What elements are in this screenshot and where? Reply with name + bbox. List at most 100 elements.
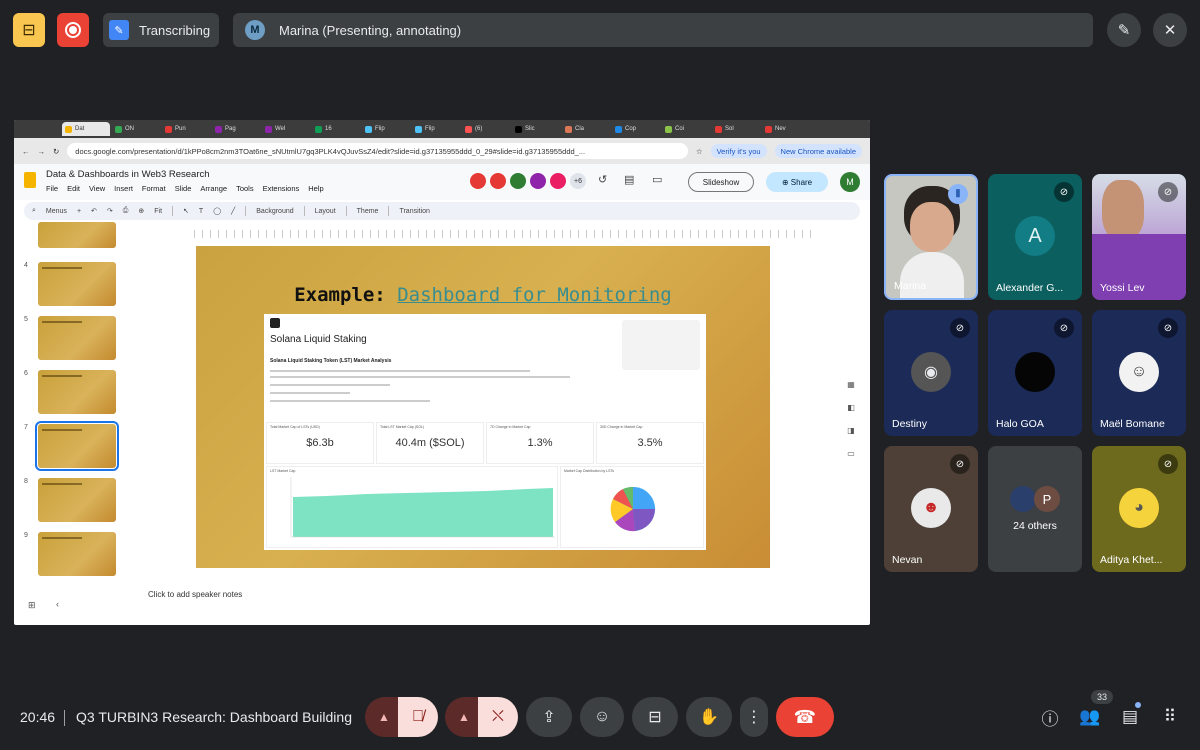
address-bar[interactable]: docs.google.com/presentation/d/1kPPo8cm2… [67,143,688,159]
pin-off-button[interactable]: ✕ [1153,13,1187,47]
collaborator-avatar[interactable] [510,173,526,189]
menu-help[interactable]: Help [308,184,323,193]
add-slide-icon[interactable]: + [77,208,81,215]
undo-icon[interactable]: ↶ [91,207,97,215]
slide-thumbnail[interactable] [38,222,116,248]
browser-tab[interactable]: ON [112,122,160,136]
participant-tile-alexander[interactable]: A ⊘ Alexander G... [988,174,1082,300]
slide-thumbnail[interactable] [38,532,116,576]
slide-thumbnail[interactable] [38,478,116,522]
menus-search[interactable]: Menus [46,208,67,215]
browser-tab[interactable]: Pun [162,122,210,136]
new-chrome-chip[interactable]: New Chrome available [774,144,862,158]
theme-button[interactable]: Theme [357,208,379,215]
line-icon[interactable]: ╱ [231,207,235,215]
menu-edit[interactable]: Edit [67,184,80,193]
dashboard-link[interactable]: Dashboard for Monitoring [397,284,672,306]
keep-icon[interactable]: ◧ [847,403,855,412]
menu-file[interactable]: File [46,184,58,193]
chat-button[interactable]: ▤ [1117,704,1143,730]
browser-tab[interactable]: Pag [212,122,260,136]
background-button[interactable]: Background [256,208,293,215]
account-avatar[interactable]: M [840,172,860,192]
presenting-banner[interactable]: M Marina (Presenting, annotating) [233,13,1093,47]
participant-tile-nevan[interactable]: ☻ ⊘ Nevan [884,446,978,572]
forward-icon[interactable]: → [38,147,46,156]
reload-icon[interactable]: ↻ [53,147,59,156]
collaborator-avatar[interactable] [550,173,566,189]
slide-thumbnail[interactable] [38,262,116,306]
calendar-icon[interactable]: ▦ [847,380,855,389]
menu-view[interactable]: View [89,184,105,193]
browser-tab[interactable]: Nev [762,122,810,136]
bookmark-icon[interactable]: ☆ [696,147,703,156]
browser-tab[interactable]: Slic [512,122,560,136]
browser-tab[interactable]: Wel [262,122,310,136]
activities-button[interactable]: ⠿ [1157,704,1183,730]
share-button[interactable]: ⊕ Share [766,172,828,192]
tasks-icon[interactable]: ◨ [847,426,855,435]
transition-button[interactable]: Transition [399,208,429,215]
more-options-button[interactable]: ⋮ [740,697,768,737]
menu-format[interactable]: Format [142,184,166,193]
speaker-notes[interactable]: Click to add speaker notes [148,590,242,599]
camera-off-button[interactable]: ⛌ [478,697,518,737]
leave-call-button[interactable]: ☎ [776,697,834,737]
collaborator-avatar[interactable] [530,173,546,189]
document-title[interactable]: Data & Dashboards in Web3 Research [46,169,210,180]
reactions-button[interactable]: ☺ [580,697,624,737]
meeting-info-button[interactable]: ⓘ [1037,704,1063,730]
menu-arrange[interactable]: Arrange [200,184,227,193]
browser-tab[interactable]: Sol [712,122,760,136]
browser-tab[interactable]: 16 [312,122,360,136]
print-icon[interactable]: ⎙ [123,207,129,215]
collaborator-avatar[interactable] [470,173,486,189]
verify-chip[interactable]: Verify it's you [710,144,767,158]
search-icon[interactable]: ⌕ [32,207,36,215]
menu-slide[interactable]: Slide [175,184,192,193]
participant-tile-halo[interactable]: ⊘ Halo GOA [988,310,1082,436]
participant-tile-yossi[interactable]: ⊘ Yossi Lev [1092,174,1186,300]
collaborator-avatar[interactable] [490,173,506,189]
browser-tab[interactable]: Cop [612,122,660,136]
redo-icon[interactable]: ↷ [107,207,113,215]
participant-tile-destiny[interactable]: ◉ ⊘ Destiny [884,310,978,436]
microphone-off-button[interactable]: 🎙̸ [398,697,438,737]
browser-tab[interactable]: (6) [462,122,510,136]
back-icon[interactable]: ← [22,147,30,156]
participant-tile-marina[interactable]: ⦀ Marina [884,174,978,300]
slideshow-button[interactable]: Slideshow [688,172,754,192]
participant-tile-aditya[interactable]: ◕ ⊘ Aditya Khet... [1092,446,1186,572]
participant-tile-others[interactable]: P 24 others [988,446,1082,572]
transcribing-button[interactable]: ✎ Transcribing [103,13,219,47]
more-collaborators[interactable]: +6 [570,173,586,189]
zoom-icon[interactable]: ⊕ [138,207,144,215]
people-button[interactable]: 👥 [1077,704,1103,730]
annotate-button[interactable]: ✎ [1107,13,1141,47]
recording-button[interactable] [57,13,89,47]
slide-thumbnail[interactable] [38,370,116,414]
slide-thumbnail[interactable] [38,316,116,360]
browser-tab[interactable]: Coi [662,122,710,136]
captions-off-button[interactable]: ⊟ [13,13,45,47]
meet-icon[interactable]: ▭ [652,173,662,186]
browser-tab[interactable]: Flip [412,122,460,136]
layout-button[interactable]: Layout [315,208,336,215]
textbox-icon[interactable]: T [199,208,203,215]
browser-tab[interactable]: Flip [362,122,410,136]
current-slide[interactable]: Example: Dashboard for Monitoring Solana… [196,246,770,568]
history-icon[interactable]: ↺ [598,173,607,186]
folder-icon[interactable]: ▭ [847,449,855,458]
browser-tab[interactable]: Dat [62,122,110,136]
slide-thumbnail-selected[interactable] [35,421,119,471]
raise-hand-button[interactable]: ✋ [686,697,732,737]
menu-tools[interactable]: Tools [236,184,254,193]
collapse-filmstrip-icon[interactable]: ‹ [56,599,59,609]
zoom-select[interactable]: Fit [154,208,162,215]
menu-insert[interactable]: Insert [114,184,133,193]
grid-view-icon[interactable]: ⊞ [28,600,36,611]
comments-icon[interactable]: ▤ [624,173,634,186]
captions-button[interactable]: ⊟ [632,697,678,737]
browser-tab[interactable]: Cla [562,122,610,136]
present-screen-button[interactable]: ⇪ [526,697,572,737]
